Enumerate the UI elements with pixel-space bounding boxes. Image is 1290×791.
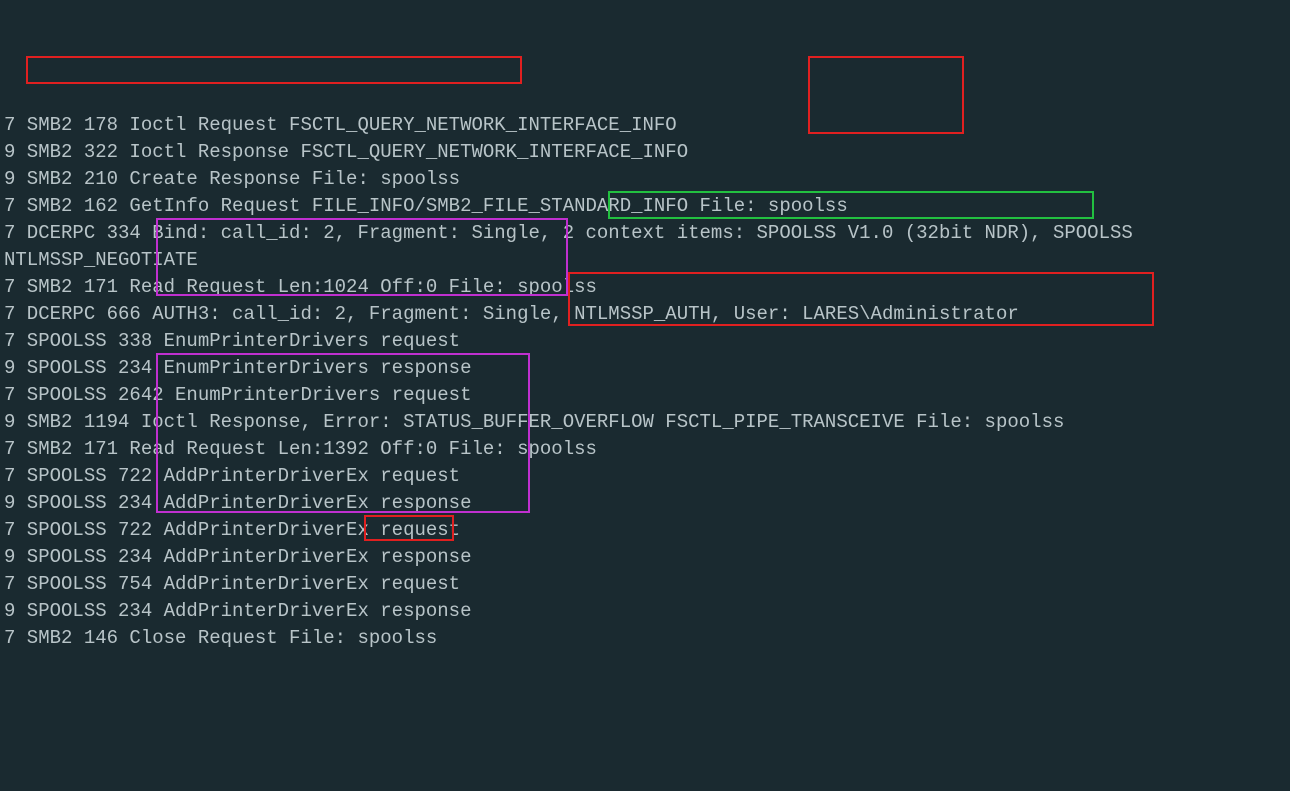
log-line: 9 SPOOLSS 234 AddPrinterDriverEx respons…: [4, 544, 1286, 571]
log-line: 7 SPOOLSS 2642 EnumPrinterDrivers reques…: [4, 382, 1286, 409]
log-line: 7 SPOOLSS 722 AddPrinterDriverEx request: [4, 517, 1286, 544]
highlight-box: [26, 56, 522, 84]
log-line: 7 SPOOLSS 722 AddPrinterDriverEx request: [4, 463, 1286, 490]
log-line: NTLMSSP_NEGOTIATE: [4, 247, 1286, 274]
log-line: 9 SPOOLSS 234 AddPrinterDriverEx respons…: [4, 598, 1286, 625]
packet-log-output: 7 SMB2 178 Ioctl Request FSCTL_QUERY_NET…: [4, 112, 1286, 652]
log-line: 7 SPOOLSS 338 EnumPrinterDrivers request: [4, 328, 1286, 355]
log-line: 7 DCERPC 334 Bind: call_id: 2, Fragment:…: [4, 220, 1286, 247]
log-line: 7 SMB2 162 GetInfo Request FILE_INFO/SMB…: [4, 193, 1286, 220]
log-line: 7 SPOOLSS 754 AddPrinterDriverEx request: [4, 571, 1286, 598]
log-line: 9 SMB2 1194 Ioctl Response, Error: STATU…: [4, 409, 1286, 436]
log-line: 7 SMB2 178 Ioctl Request FSCTL_QUERY_NET…: [4, 112, 1286, 139]
log-line: 7 SMB2 171 Read Request Len:1024 Off:0 F…: [4, 274, 1286, 301]
log-line: 7 SMB2 146 Close Request File: spoolss: [4, 625, 1286, 652]
log-line: 7 SMB2 171 Read Request Len:1392 Off:0 F…: [4, 436, 1286, 463]
log-line: 9 SMB2 322 Ioctl Response FSCTL_QUERY_NE…: [4, 139, 1286, 166]
log-line: 9 SMB2 210 Create Response File: spoolss: [4, 166, 1286, 193]
log-line: 9 SPOOLSS 234 EnumPrinterDrivers respons…: [4, 355, 1286, 382]
log-line: 7 DCERPC 666 AUTH3: call_id: 2, Fragment…: [4, 301, 1286, 328]
